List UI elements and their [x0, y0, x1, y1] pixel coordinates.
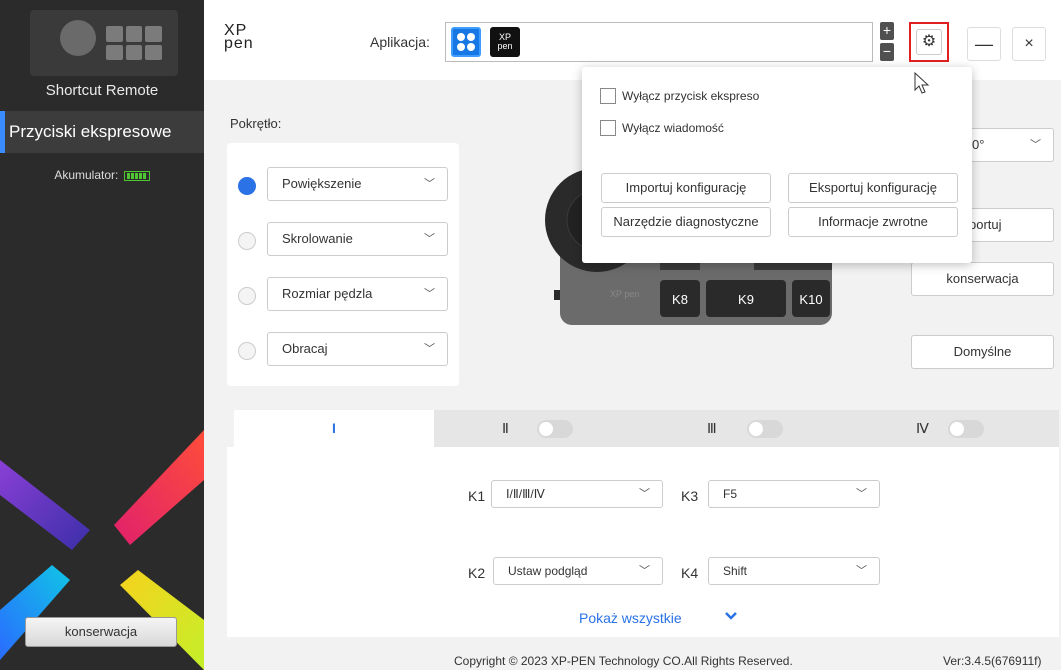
key-mapping-panel: K1 Ⅰ/Ⅱ/Ⅲ/Ⅳ ﹀ K3 F5 ﹀ K2 Ustaw podgląd ﹀ K4 … — [227, 447, 1059, 637]
tab-1[interactable]: I — [234, 410, 434, 447]
dial-radio-rotate[interactable] — [238, 342, 256, 360]
dial-option-row: Skrolowanie ﹀ — [227, 222, 459, 258]
settings-button[interactable]: ⚙ — [909, 22, 949, 62]
chevron-down-icon: ﹀ — [856, 565, 867, 577]
disable-express-keys-checkbox[interactable] — [600, 87, 616, 104]
dial-select-zoom[interactable]: Powiększenie ﹀ — [267, 167, 448, 201]
chevron-down-icon: ﹀ — [639, 565, 650, 577]
show-all-link[interactable]: Pokaż wszystkie — [579, 610, 682, 626]
application-list: XP pen — [445, 22, 873, 62]
disable-message-checkbox[interactable] — [600, 119, 616, 136]
k3-select[interactable]: F5 ﹀ — [708, 480, 880, 508]
version-text: Ver:3.4.5(676911f) — [943, 654, 1042, 668]
disable-message-row: Wyłącz wiadomość — [600, 119, 724, 136]
k2-label: K2 — [468, 565, 486, 581]
k4-label: K4 — [681, 565, 699, 581]
chevron-down-icon: ﹀ — [424, 288, 435, 300]
battery-status: Akumulator: — [0, 168, 204, 182]
dial-select-rotate[interactable]: Obracaj ﹀ — [267, 332, 448, 366]
k2-select[interactable]: Ustaw podgląd ﹀ — [493, 557, 663, 585]
battery-icon — [123, 170, 150, 181]
defaults-button[interactable]: Domyślne — [911, 335, 1054, 369]
k1-label: K1 — [468, 488, 486, 504]
tab-3[interactable]: Ⅲ — [707, 410, 717, 447]
device-key-k8-label: K8 — [672, 292, 688, 307]
k3-label: K3 — [681, 488, 699, 504]
settings-popover: Wyłącz przycisk ekspreso Wyłącz wiadomoś… — [582, 67, 972, 263]
battery-label: Akumulator: — [54, 168, 119, 182]
device-key-k9-label: K9 — [738, 292, 754, 307]
dial-select-brush-size[interactable]: Rozmiar pędzla ﹀ — [267, 277, 448, 311]
chevron-down-icon: ﹀ — [856, 488, 867, 500]
chevron-down-icon: ﹀ — [639, 488, 650, 500]
diagnostic-tool-button[interactable]: Narzędzie diagnostyczne — [601, 207, 771, 237]
chevron-down-icon: ﹀ — [1030, 139, 1041, 151]
close-button[interactable]: × — [1012, 27, 1046, 61]
sidebar-item-express-keys[interactable]: Przyciski ekspresowe — [0, 111, 204, 153]
dial-title: Pokrętło: — [230, 116, 282, 131]
chevron-down-icon: ﹀ — [424, 233, 435, 245]
chevron-down-icon[interactable] — [724, 609, 738, 623]
tab-bar: I Ⅱ Ⅲ Ⅳ — [234, 410, 1059, 447]
tab-3-toggle[interactable] — [747, 420, 783, 438]
maintenance-button[interactable]: konserwacja — [25, 617, 177, 647]
dial-select-scroll[interactable]: Skrolowanie ﹀ — [267, 222, 448, 256]
app-icon-xppen[interactable]: XP pen — [490, 27, 520, 57]
k4-select[interactable]: Shift ﹀ — [708, 557, 880, 585]
device-name: Shortcut Remote — [45, 82, 159, 99]
k1-select[interactable]: Ⅰ/Ⅱ/Ⅲ/Ⅳ ﹀ — [491, 480, 663, 508]
dial-radio-scroll[interactable] — [238, 232, 256, 250]
tab-2-toggle[interactable] — [537, 420, 573, 438]
maintenance-panel-button[interactable]: konserwacja — [911, 262, 1054, 296]
application-label: Aplikacja: — [370, 34, 430, 50]
keys-graphic — [106, 26, 162, 60]
chevron-down-icon: ﹀ — [424, 343, 435, 355]
dial-radio-zoom[interactable] — [238, 177, 256, 195]
app-icon-global[interactable] — [451, 27, 481, 57]
tab-4-toggle[interactable] — [948, 420, 984, 438]
export-config-button[interactable]: Eksportuj konfigurację — [788, 173, 958, 203]
dial-option-row: Rozmiar pędzla ﹀ — [227, 277, 459, 313]
device-thumbnail — [30, 10, 178, 76]
dial-radio-brush-size[interactable] — [238, 287, 256, 305]
remove-application-button[interactable]: − — [880, 43, 894, 61]
chevron-down-icon: ﹀ — [424, 178, 435, 190]
disable-express-keys-row: Wyłącz przycisk ekspreso — [600, 87, 759, 104]
minimize-button[interactable]: — — [967, 27, 1001, 61]
dial-option-row: Obracaj ﹀ — [227, 332, 459, 368]
device-key-k10-label: K10 — [799, 292, 822, 307]
mouse-cursor-icon — [914, 72, 930, 94]
copyright-text: Copyright © 2023 XP-PEN Technology CO.Al… — [454, 654, 793, 668]
add-application-button[interactable]: + — [880, 22, 894, 40]
dial-graphic — [60, 20, 96, 56]
tab-2[interactable]: Ⅱ — [502, 410, 509, 447]
gear-icon: ⚙ — [916, 29, 942, 55]
dial-option-row: Powiększenie ﹀ — [227, 167, 459, 203]
dial-panel: Powiększenie ﹀ Skrolowanie ﹀ Rozmiar pędzl… — [227, 143, 459, 386]
xppen-logo: XP pen — [224, 22, 254, 52]
feedback-button[interactable]: Informacje zwrotne — [788, 207, 958, 237]
tab-4[interactable]: Ⅳ — [916, 410, 929, 447]
import-config-button[interactable]: Importuj konfigurację — [601, 173, 771, 203]
device-logo: XP pen — [610, 289, 639, 299]
sidebar: Shortcut Remote Przyciski ekspresowe Aku… — [0, 0, 204, 670]
